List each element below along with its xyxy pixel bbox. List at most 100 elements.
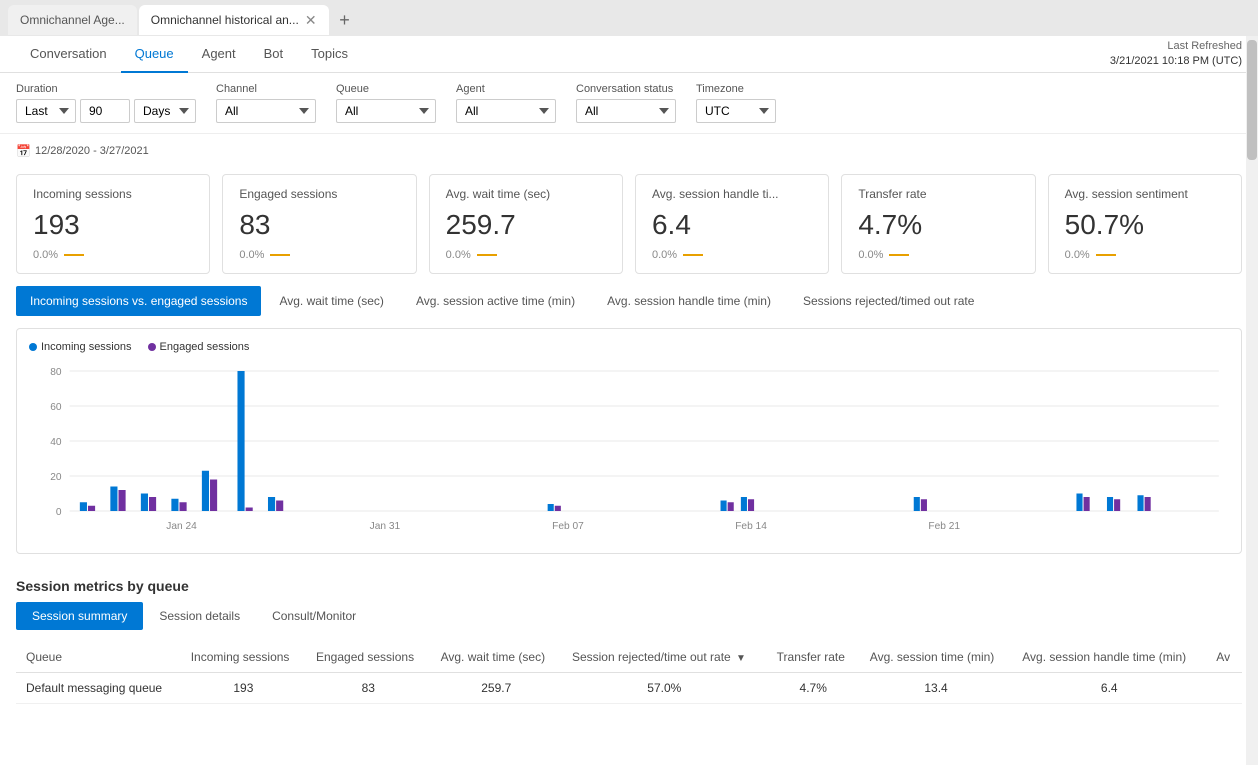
kpi-incoming-delta: 0.0% [33, 249, 58, 261]
kpi-engaged-trend-icon [270, 254, 290, 256]
kpi-avg-wait-value: 259.7 [446, 209, 606, 241]
browser-tab-2[interactable]: Omnichannel historical an... ✕ [139, 5, 329, 35]
cell-avg-session: 13.4 [860, 673, 1012, 704]
kpi-card-avg-wait: Avg. wait time (sec) 259.7 0.0% [429, 174, 623, 274]
close-tab-icon[interactable]: ✕ [305, 13, 317, 27]
legend-engaged-label: Engaged sessions [160, 341, 250, 353]
col-transfer: Transfer rate [767, 642, 860, 673]
chart-tab-incoming-label: Incoming sessions vs. engaged sessions [30, 294, 247, 308]
kpi-sentiment-title: Avg. session sentiment [1065, 187, 1225, 201]
table-row: Default messaging queue 193 83 259.7 57.… [16, 673, 1242, 704]
calendar-icon: 📅 [16, 144, 31, 158]
browser-tabs-bar: Omnichannel Age... Omnichannel historica… [0, 0, 1258, 36]
filter-queue: Queue All [336, 83, 436, 123]
filter-agent: Agent All [456, 83, 556, 123]
kpi-transfer-footer: 0.0% [858, 249, 1018, 261]
chart-tab-incoming-vs-engaged[interactable]: Incoming sessions vs. engaged sessions [16, 286, 261, 316]
kpi-card-avg-handle: Avg. session handle ti... 6.4 0.0% [635, 174, 829, 274]
svg-text:60: 60 [50, 402, 62, 413]
kpi-card-engaged: Engaged sessions 83 0.0% [222, 174, 416, 274]
cell-rejected: 57.0% [562, 673, 767, 704]
duration-unit-select[interactable]: Days [134, 99, 196, 123]
chart-tab-rejected-label: Sessions rejected/timed out rate [803, 294, 974, 308]
duration-type-select[interactable]: Last [16, 99, 76, 123]
col-engaged: Engaged sessions [306, 642, 431, 673]
kpi-incoming-trend-icon [64, 254, 84, 256]
kpi-engaged-footer: 0.0% [239, 249, 399, 261]
scrollbar-thumb[interactable] [1247, 40, 1257, 160]
chart-tab-avg-wait[interactable]: Avg. wait time (sec) [265, 286, 397, 316]
session-tab-consult[interactable]: Consult/Monitor [256, 602, 372, 630]
kpi-engaged-value: 83 [239, 209, 399, 241]
kpi-avg-handle-delta: 0.0% [652, 249, 677, 261]
kpi-card-incoming: Incoming sessions 193 0.0% [16, 174, 210, 274]
filter-conv-status: Conversation status All [576, 83, 676, 123]
kpi-incoming-title: Incoming sessions [33, 187, 193, 201]
session-summary-table: Queue Incoming sessions Engaged sessions… [16, 642, 1242, 704]
chart-tabs-row: Incoming sessions vs. engaged sessions A… [0, 286, 1258, 316]
kpi-row: Incoming sessions 193 0.0% Engaged sessi… [0, 162, 1258, 286]
conv-status-select[interactable]: All [576, 99, 676, 123]
filters-row: Duration Last Days Channel All [0, 73, 1258, 134]
channel-label: Channel [216, 83, 316, 95]
session-tab-details[interactable]: Session details [143, 602, 256, 630]
sort-down-icon[interactable]: ▼ [736, 653, 746, 664]
tab-conversation-label: Conversation [30, 46, 107, 61]
svg-text:80: 80 [50, 367, 62, 378]
scrollbar[interactable] [1246, 36, 1258, 765]
svg-text:40: 40 [50, 437, 62, 448]
svg-text:Jan 24: Jan 24 [166, 521, 197, 532]
col-avg-handle: Avg. session handle time (min) [1012, 642, 1206, 673]
table-header: Queue Incoming sessions Engaged sessions… [16, 642, 1242, 673]
legend-incoming-label: Incoming sessions [41, 341, 132, 353]
chart-tab-avg-handle[interactable]: Avg. session handle time (min) [593, 286, 785, 316]
kpi-avg-wait-title: Avg. wait time (sec) [446, 187, 606, 201]
kpi-engaged-title: Engaged sessions [239, 187, 399, 201]
kpi-engaged-delta: 0.0% [239, 249, 264, 261]
browser-tab-1[interactable]: Omnichannel Age... [8, 5, 137, 35]
timezone-label: Timezone [696, 83, 776, 95]
tab-conversation[interactable]: Conversation [16, 36, 121, 73]
col-rejected-label: Session rejected/time out rate [572, 650, 731, 664]
chart-tab-rejected[interactable]: Sessions rejected/timed out rate [789, 286, 988, 316]
col-queue: Queue [16, 642, 181, 673]
svg-text:0: 0 [56, 507, 62, 518]
new-tab-button[interactable]: + [331, 6, 359, 34]
tab-bot[interactable]: Bot [250, 36, 298, 73]
session-tab-summary[interactable]: Session summary [16, 602, 143, 630]
chart-tab-avg-active[interactable]: Avg. session active time (min) [402, 286, 589, 316]
svg-text:20: 20 [50, 472, 62, 483]
agent-controls: All [456, 99, 556, 123]
cell-queue: Default messaging queue [16, 673, 181, 704]
session-tab-summary-label: Session summary [32, 609, 127, 623]
kpi-transfer-trend-icon [889, 254, 909, 256]
cell-incoming: 193 [181, 673, 306, 704]
cell-av [1206, 673, 1242, 704]
duration-value-input[interactable] [80, 99, 130, 123]
conv-status-controls: All [576, 99, 676, 123]
svg-text:Feb 21: Feb 21 [928, 521, 960, 532]
filter-channel: Channel All [216, 83, 316, 123]
kpi-avg-handle-value: 6.4 [652, 209, 812, 241]
legend-engaged-dot [148, 343, 156, 351]
kpi-sentiment-trend-icon [1096, 254, 1116, 256]
tab-agent[interactable]: Agent [188, 36, 250, 73]
agent-label: Agent [456, 83, 556, 95]
svg-text:Jan 31: Jan 31 [370, 521, 401, 532]
tab-queue[interactable]: Queue [121, 36, 188, 73]
queue-select[interactable]: All [336, 99, 436, 123]
duration-label: Duration [16, 83, 196, 95]
kpi-avg-handle-trend-icon [683, 254, 703, 256]
kpi-avg-wait-delta: 0.0% [446, 249, 471, 261]
chart-area: Incoming sessions Engaged sessions 80 [16, 328, 1242, 554]
tab-topics-label: Topics [311, 46, 348, 61]
channel-select[interactable]: All [216, 99, 316, 123]
timezone-select[interactable]: UTC [696, 99, 776, 123]
cell-avg-wait: 259.7 [431, 673, 562, 704]
kpi-transfer-title: Transfer rate [858, 187, 1018, 201]
legend-incoming: Incoming sessions [29, 341, 132, 353]
agent-select[interactable]: All [456, 99, 556, 123]
bar-chart-svg: 80 60 40 20 0 [29, 361, 1229, 541]
cell-transfer: 4.7% [767, 673, 860, 704]
tab-topics[interactable]: Topics [297, 36, 362, 73]
